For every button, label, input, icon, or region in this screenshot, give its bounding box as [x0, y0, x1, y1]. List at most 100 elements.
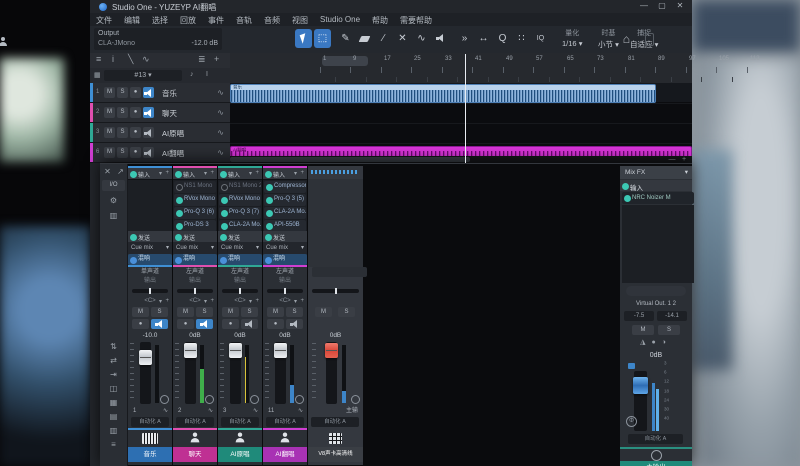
- menu-transport[interactable]: 回放: [174, 13, 202, 26]
- pan-slider[interactable]: [128, 286, 172, 297]
- panner-knob-icon[interactable]: [160, 395, 169, 404]
- fader-handle[interactable]: [274, 343, 287, 358]
- narrow-wide-icon[interactable]: ⇄: [100, 356, 127, 365]
- user-profile-icon[interactable]: [0, 37, 8, 47]
- arrange-hscrollbar[interactable]: — +: [230, 156, 692, 163]
- fader-track[interactable]: [325, 342, 338, 404]
- channel-name[interactable]: V8声卡高清线: [308, 447, 363, 462]
- record-arm-button[interactable]: ●: [132, 319, 149, 329]
- automation-mode-button[interactable]: 自动化 A: [266, 417, 304, 427]
- automation-mode-button[interactable]: 自动化 A: [311, 417, 359, 427]
- fader-track[interactable]: [274, 342, 287, 404]
- inserts-list[interactable]: NS1 Mono 2 RVox Mono 2 Pro-Q 3 (7) CLA-2…: [218, 179, 262, 233]
- insert-slot[interactable]: Pro-Q 3 (7): [219, 207, 261, 219]
- add-insert-icon[interactable]: +: [210, 170, 214, 176]
- loop-range[interactable]: [322, 56, 368, 66]
- power-icon[interactable]: [130, 234, 137, 241]
- solo-button[interactable]: S: [241, 307, 258, 317]
- panner-knob-icon[interactable]: [205, 395, 214, 404]
- autoscroll-button[interactable]: »: [456, 29, 473, 48]
- mixfx-header[interactable]: Mix FX ▾: [620, 166, 692, 179]
- panner-knob-icon[interactable]: [250, 395, 259, 404]
- power-icon[interactable]: [265, 171, 272, 178]
- chevron-down-icon[interactable]: ▾: [249, 170, 252, 177]
- monitor-button[interactable]: [241, 319, 258, 329]
- lane-track-1[interactable]: 音乐: [230, 83, 692, 103]
- input-quantize-button[interactable]: IQ: [532, 29, 549, 48]
- range-tool-button[interactable]: ⬚: [314, 29, 331, 48]
- pan-slider[interactable]: [263, 286, 307, 297]
- channel-name[interactable]: AI翻唱: [263, 447, 307, 462]
- list-icon[interactable]: ≡: [100, 440, 127, 449]
- solo-button[interactable]: S: [658, 325, 680, 335]
- insert-slot[interactable]: Compressor: [264, 181, 306, 193]
- track-name[interactable]: 聊天: [162, 108, 177, 119]
- sends-header[interactable]: 发送 ▾ +: [128, 231, 172, 305]
- output-route[interactable]: 输出: [173, 277, 217, 286]
- zoom-out-button[interactable]: —: [666, 156, 678, 163]
- mute-button[interactable]: M: [315, 307, 332, 317]
- fader-zone[interactable]: [173, 341, 217, 406]
- channel-name[interactable]: AI原唱: [218, 447, 262, 462]
- instruments-icon[interactable]: ▦: [100, 398, 127, 407]
- input-route[interactable]: 左声道: [173, 267, 217, 277]
- home-icon[interactable]: ⌂: [623, 32, 630, 46]
- menu-view[interactable]: 视图: [286, 13, 314, 26]
- mute-tool-button[interactable]: ✕: [394, 29, 411, 48]
- levels-icon[interactable]: ▥: [100, 426, 127, 435]
- insert-slot[interactable]: Pro-Q 3 (5): [264, 194, 306, 206]
- solo-button[interactable]: S: [117, 87, 128, 98]
- close-button[interactable]: ✕: [672, 1, 688, 10]
- monitor-button[interactable]: [151, 319, 168, 329]
- pan-slider[interactable]: [308, 286, 363, 297]
- channel-name[interactable]: 音乐: [128, 447, 172, 462]
- mute-button[interactable]: M: [104, 87, 115, 98]
- playhead[interactable]: [465, 54, 466, 163]
- lane-track-2[interactable]: [230, 103, 692, 123]
- arrange-lanes[interactable]: 音乐 AI翻唱: [230, 83, 692, 163]
- monitor-button[interactable]: [196, 319, 213, 329]
- mute-button[interactable]: M: [104, 107, 115, 118]
- reverb-send[interactable]: 混响: [128, 254, 172, 265]
- route-slot[interactable]: [308, 277, 363, 286]
- inserts-header[interactable]: 输入 ▾ +: [173, 168, 217, 179]
- mute-button[interactable]: M: [132, 307, 149, 317]
- fader-handle[interactable]: [325, 343, 338, 358]
- main-output-name[interactable]: 主输出: [620, 461, 692, 466]
- fader-track[interactable]: [229, 342, 242, 404]
- title-bar[interactable]: Studio One - YUZEYP AI翻唱 — ▢ ✕: [90, 0, 692, 13]
- phase-icon[interactable]: Φ: [626, 416, 637, 427]
- snap-grid-button[interactable]: ∷: [513, 29, 530, 48]
- track-row-4[interactable]: 6 M S ● AI翻唱 ∿: [90, 143, 230, 162]
- bus-mode-button[interactable]: [620, 286, 692, 297]
- power-icon[interactable]: [175, 257, 182, 264]
- fader-track[interactable]: [184, 342, 197, 404]
- panner-knob-icon[interactable]: [351, 395, 360, 404]
- track-filter-icon[interactable]: ▦: [94, 71, 101, 79]
- note-icon[interactable]: ♪: [190, 71, 194, 78]
- mute-button[interactable]: M: [104, 127, 115, 138]
- reverb-send[interactable]: 混响: [218, 254, 262, 265]
- track-filter-dropdown[interactable]: #13 ▾: [104, 70, 182, 81]
- monitor-button[interactable]: [286, 319, 303, 329]
- power-icon[interactable]: [130, 171, 137, 178]
- cue-mix-slot[interactable]: Cue mix ▾: [128, 242, 172, 254]
- add-track-icon[interactable]: +: [214, 54, 219, 64]
- audio-clip-music[interactable]: 音乐: [230, 84, 656, 103]
- volume-value[interactable]: 0dB: [218, 330, 262, 341]
- lane-track-3[interactable]: [230, 123, 692, 143]
- inserts-list[interactable]: [622, 205, 694, 283]
- inspector-icon[interactable]: i: [112, 54, 114, 64]
- external-devices-icon[interactable]: ⇥: [100, 370, 127, 379]
- arrow-tool-button[interactable]: [295, 29, 312, 48]
- menu-edit[interactable]: 编辑: [118, 13, 146, 26]
- chevron-down-icon[interactable]: ▾: [159, 170, 162, 177]
- insert-slot[interactable]: NS1 Mono: [174, 181, 216, 193]
- solo-button[interactable]: S: [286, 307, 303, 317]
- automation-mode-button[interactable]: 自动化 A: [131, 417, 169, 427]
- route-slot[interactable]: [312, 267, 367, 277]
- mute-button[interactable]: M: [267, 307, 284, 317]
- headphone-icon[interactable]: [651, 450, 662, 461]
- fader-zone[interactable]: [128, 341, 172, 406]
- power-icon[interactable]: [265, 234, 272, 241]
